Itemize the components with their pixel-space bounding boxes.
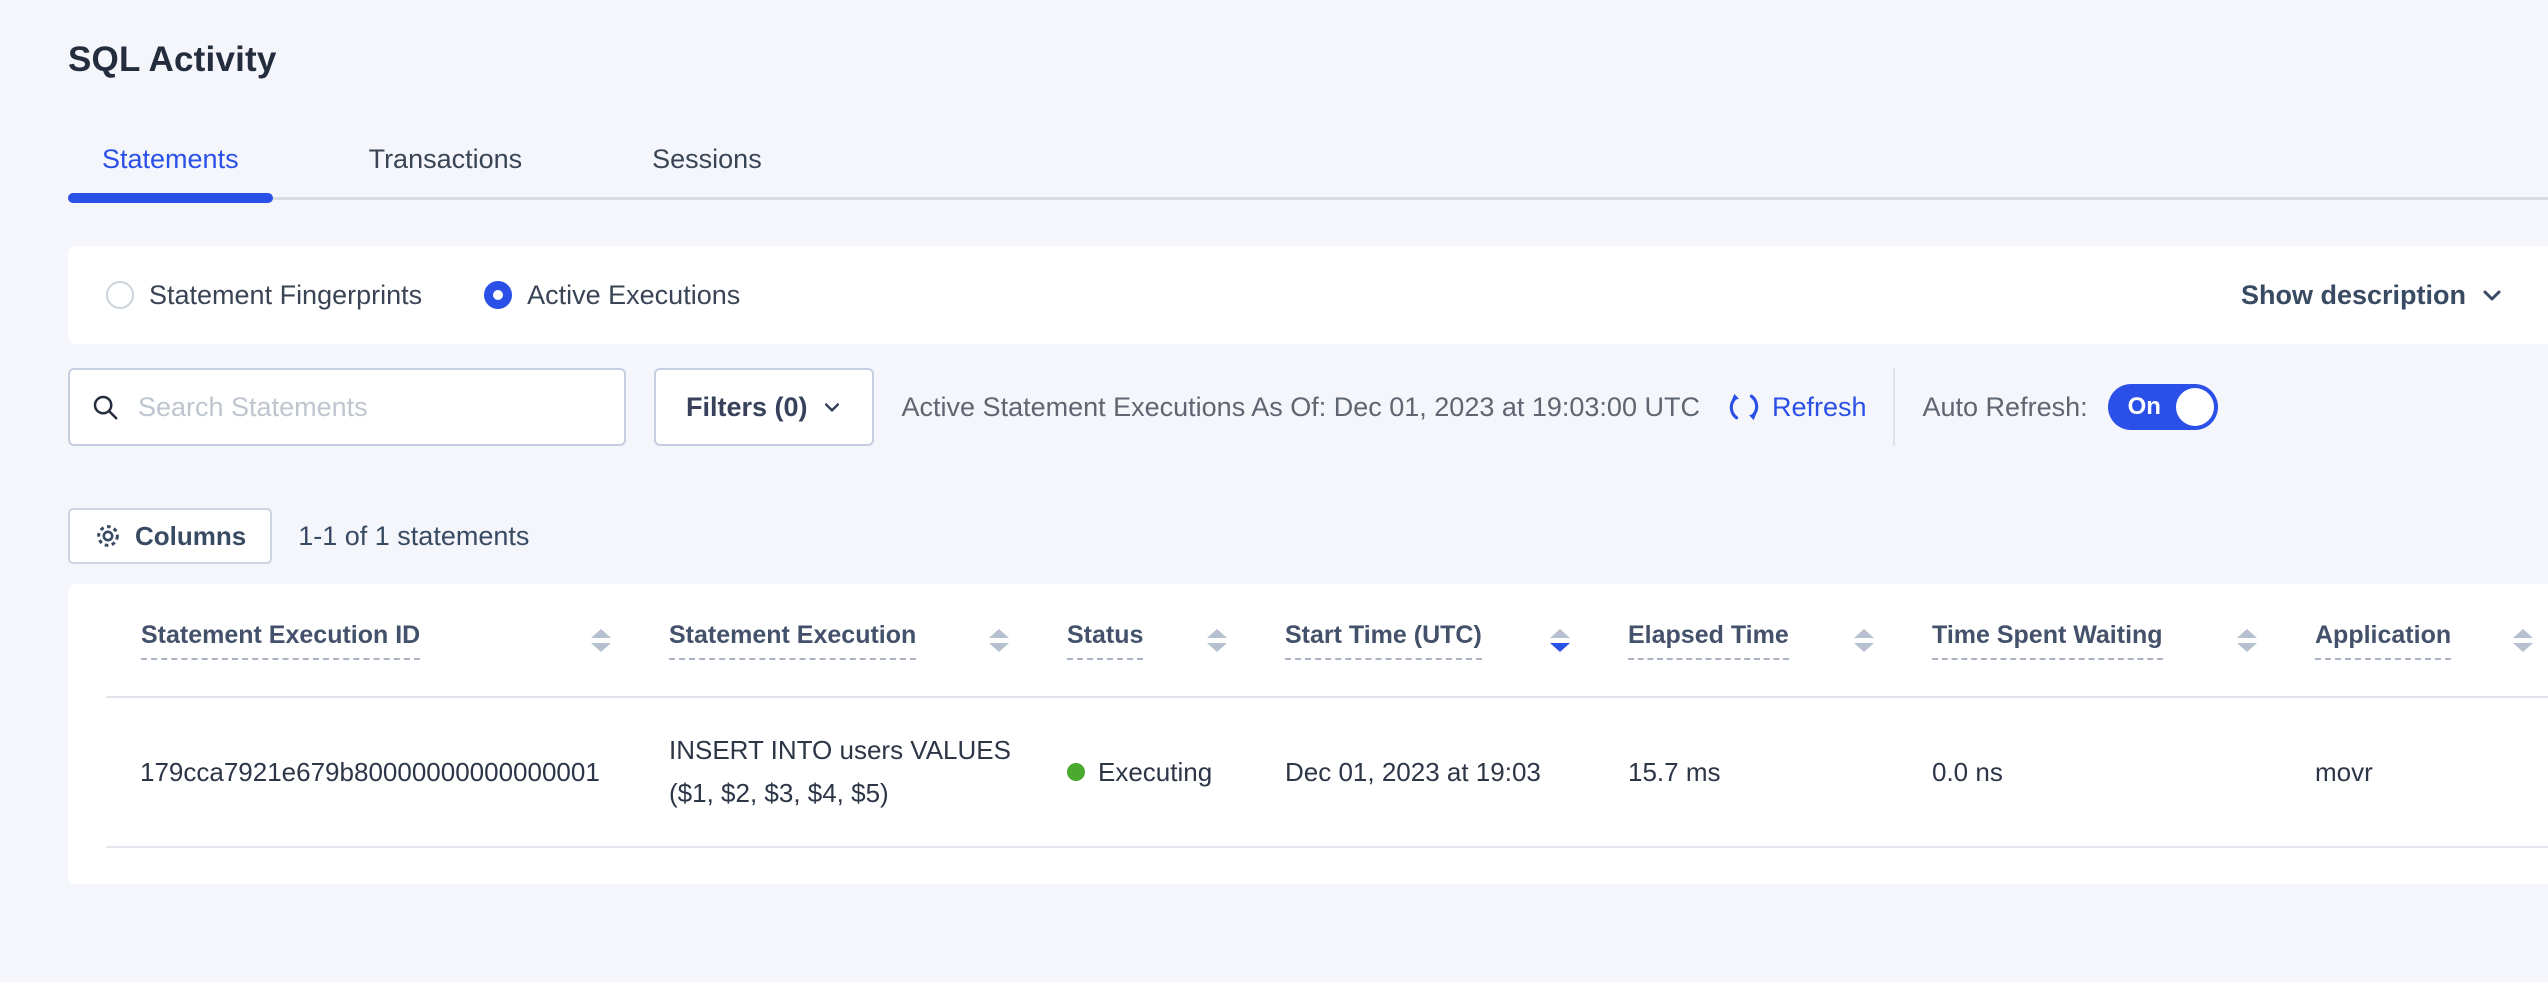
auto-refresh-toggle-state: On [2128, 393, 2161, 421]
sort-arrows-icon[interactable] [989, 629, 1009, 652]
as-of-text: Active Statement Executions As Of: Dec 0… [902, 392, 1700, 423]
auto-refresh-label: Auto Refresh: [1923, 392, 2088, 423]
chevron-down-icon [2480, 283, 2504, 307]
radio-unselected-icon[interactable] [106, 281, 134, 309]
radio-statement-fingerprints[interactable]: Statement Fingerprints [106, 280, 422, 311]
controls-row: Filters (0) Active Statement Executions … [68, 368, 2548, 446]
tab-sessions-label: Sessions [652, 144, 762, 174]
cell-start-time: Dec 01, 2023 at 19:03 [1284, 697, 1627, 847]
column-header-status[interactable]: Status [1066, 584, 1284, 697]
filters-button[interactable]: Filters (0) [654, 368, 874, 446]
radio-selected-icon[interactable] [484, 281, 512, 309]
page-title: SQL Activity [68, 0, 2548, 80]
search-box[interactable] [68, 368, 626, 446]
refresh-link[interactable]: Refresh [1772, 392, 1867, 423]
table-toolbar: Columns 1-1 of 1 statements [68, 508, 2548, 564]
column-header-time-spent-waiting[interactable]: Time Spent Waiting [1931, 584, 2314, 697]
sort-arrows-icon[interactable] [2513, 629, 2533, 652]
radio-active-executions[interactable]: Active Executions [484, 280, 740, 311]
tab-transactions-label: Transactions [369, 144, 523, 174]
tab-statements-label: Statements [102, 144, 239, 174]
cell-statement[interactable]: INSERT INTO users VALUES ($1, $2, $3, $4… [668, 697, 1066, 847]
cell-time-spent-waiting: 0.0 ns [1931, 697, 2314, 847]
column-header-start-time[interactable]: Start Time (UTC) [1284, 584, 1627, 697]
sql-activity-page: SQL Activity Statements Transactions Ses… [0, 0, 2548, 884]
vertical-divider [1893, 368, 1895, 446]
tab-bar: Statements Transactions Sessions [68, 144, 2548, 200]
column-header-statement-execution-id[interactable]: Statement Execution ID [106, 584, 668, 697]
search-icon [90, 392, 120, 422]
cell-elapsed-time: 15.7 ms [1627, 697, 1931, 847]
tab-transactions[interactable]: Transactions [335, 144, 557, 197]
search-input[interactable] [136, 391, 604, 424]
sort-arrows-icon[interactable] [1550, 629, 1570, 652]
cell-execution-id: 179cca7921e679b80000000000000001 [106, 697, 668, 847]
chevron-down-icon [822, 397, 842, 417]
status-label: Executing [1098, 757, 1212, 788]
tab-sessions[interactable]: Sessions [618, 144, 796, 197]
columns-button-label: Columns [135, 521, 246, 552]
cell-status: Executing [1066, 697, 1284, 847]
column-header-elapsed-time[interactable]: Elapsed Time [1627, 584, 1931, 697]
table-row: 179cca7921e679b80000000000000001 INSERT … [106, 697, 2548, 847]
refresh-icon[interactable] [1726, 389, 1762, 425]
sort-arrows-icon[interactable] [1207, 629, 1227, 652]
sort-arrows-icon[interactable] [2237, 629, 2257, 652]
statements-table-card: Statement Execution ID Statement Executi… [68, 584, 2548, 884]
sort-arrows-icon[interactable] [591, 629, 611, 652]
as-of-section: Active Statement Executions As Of: Dec 0… [902, 389, 1867, 425]
view-mode-radio-group: Statement Fingerprints Active Executions [106, 280, 740, 311]
status-dot-icon [1067, 763, 1085, 781]
view-mode-card: Statement Fingerprints Active Executions… [68, 246, 2548, 344]
radio-active-executions-label: Active Executions [527, 280, 740, 311]
table-header-row: Statement Execution ID Statement Executi… [106, 584, 2548, 697]
auto-refresh-toggle[interactable]: On [2108, 384, 2218, 430]
column-header-application[interactable]: Application [2314, 584, 2548, 697]
show-description-label: Show description [2241, 280, 2466, 311]
statements-table: Statement Execution ID Statement Executi… [106, 584, 2548, 848]
cell-application: movr [2314, 697, 2548, 847]
show-description-button[interactable]: Show description [2235, 279, 2510, 312]
radio-statement-fingerprints-label: Statement Fingerprints [149, 280, 422, 311]
auto-refresh-section: Auto Refresh: On [1923, 384, 2218, 430]
filters-button-label: Filters (0) [686, 392, 808, 423]
sort-arrows-icon[interactable] [1854, 629, 1874, 652]
column-header-statement-execution[interactable]: Statement Execution [668, 584, 1066, 697]
tab-statements[interactable]: Statements [68, 144, 273, 197]
columns-button[interactable]: Columns [68, 508, 272, 564]
toggle-knob[interactable] [2176, 388, 2214, 426]
gear-icon [94, 522, 122, 550]
result-count: 1-1 of 1 statements [298, 521, 529, 552]
